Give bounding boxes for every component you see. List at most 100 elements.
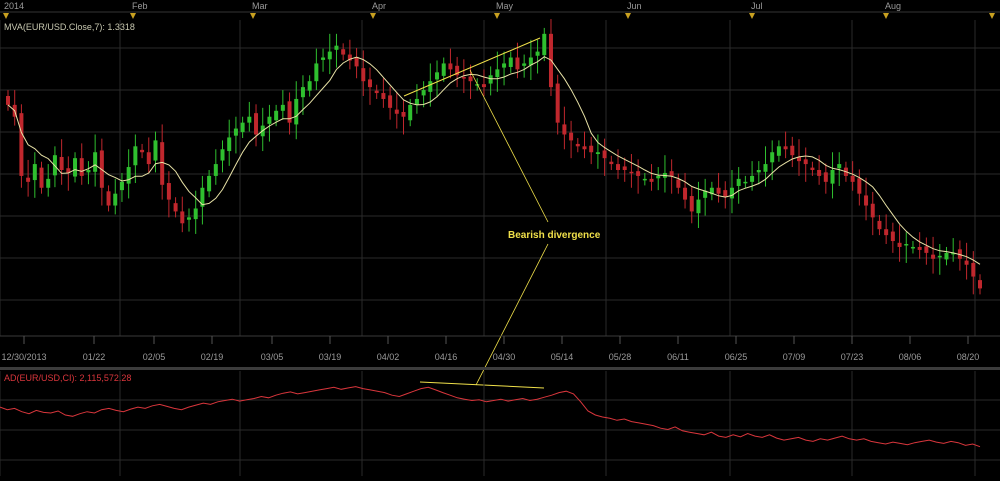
candle-body	[341, 49, 346, 55]
candle-body	[636, 171, 641, 176]
candle-body	[448, 63, 453, 70]
candle-body	[153, 140, 158, 161]
candle-body	[32, 164, 37, 181]
price-grid	[0, 20, 1000, 336]
candle-body	[307, 81, 312, 91]
candle-body	[649, 178, 654, 182]
month-label: 2014	[4, 1, 24, 11]
ad-indicator-label: AD(EUR/USD,CI): 2,115,572.28	[4, 373, 131, 383]
x-tick-label: 04/02	[377, 352, 400, 362]
x-tick-label: 04/30	[493, 352, 516, 362]
x-tick-label: 08/20	[957, 352, 980, 362]
candle-body	[609, 161, 614, 165]
ad-line	[0, 386, 981, 448]
candle-body	[642, 178, 647, 181]
month-label: Feb	[132, 1, 148, 11]
candle-body	[602, 150, 607, 159]
x-tick-label: 07/09	[783, 352, 806, 362]
candle-body	[937, 255, 942, 258]
month-label: Mar	[252, 1, 268, 11]
candle-body	[924, 246, 929, 253]
candle-body	[535, 51, 540, 56]
candle-body	[683, 187, 688, 200]
candle-body	[126, 167, 131, 184]
chart-svg[interactable]: 2014 Feb Mar Apr May Jun Jul Aug MVA(EUR…	[0, 0, 1000, 476]
candle-body	[166, 183, 171, 200]
candle-body	[294, 98, 299, 125]
candle-body	[629, 171, 634, 174]
candle-body	[428, 81, 433, 92]
month-label: May	[496, 1, 514, 11]
x-tick-label: 03/19	[319, 352, 342, 362]
candle-body	[595, 152, 600, 155]
candle-body	[247, 116, 252, 123]
candle-body	[133, 146, 138, 166]
candles	[6, 19, 982, 295]
month-marker-icon	[250, 13, 256, 19]
candle-body	[207, 175, 212, 192]
callout-line-upper	[469, 69, 549, 223]
candle-body	[435, 72, 440, 80]
candle-body	[488, 75, 493, 84]
candle-body	[401, 111, 406, 117]
x-tick-label: 05/14	[551, 352, 574, 362]
candle-body	[481, 84, 486, 88]
x-axis: 12/30/2013 01/22 02/05 02/19 03/05 03/19 04/02…	[0, 335, 1000, 362]
candle-body	[616, 164, 621, 170]
ad-grid	[0, 371, 1000, 476]
candle-body	[676, 179, 681, 188]
candle-body	[917, 246, 922, 250]
candle-body	[160, 142, 165, 185]
candle-body	[321, 57, 326, 60]
candle-body	[756, 170, 761, 173]
candle-body	[689, 196, 694, 212]
candle-body	[910, 246, 915, 249]
candle-body	[361, 68, 366, 82]
candle-body	[240, 122, 245, 133]
candle-body	[897, 242, 902, 247]
candle-body	[374, 90, 379, 94]
x-tick-label: 01/22	[83, 352, 106, 362]
month-label: Jul	[751, 1, 763, 11]
candle-body	[736, 178, 741, 186]
x-tick-label: 08/06	[899, 352, 922, 362]
candle-body	[743, 181, 748, 184]
candle-body	[562, 124, 567, 135]
panel-separator[interactable]	[0, 367, 1000, 370]
month-marker-icon	[883, 13, 889, 19]
candle-body	[495, 69, 500, 78]
candle-body	[817, 170, 822, 176]
candle-body	[367, 79, 372, 88]
candle-body	[106, 191, 111, 206]
candle-body	[227, 137, 232, 152]
x-tick-label: 02/19	[201, 352, 224, 362]
candle-body	[280, 104, 285, 111]
candle-body	[59, 156, 64, 170]
candle-body	[421, 90, 426, 96]
candle-body	[978, 280, 982, 289]
month-marker-icon	[3, 13, 9, 19]
candle-body	[327, 51, 332, 60]
price-trendline	[403, 37, 541, 97]
candle-body	[140, 149, 145, 153]
candle-body	[763, 164, 768, 172]
mva-indicator-label: MVA(EUR/USD.Close,7): 1.3318	[4, 22, 135, 32]
candle-body	[180, 211, 185, 224]
month-marker-icon	[749, 13, 755, 19]
candle-body	[555, 83, 560, 123]
candle-body	[803, 159, 808, 165]
candle-body	[394, 109, 399, 114]
candle-body	[468, 76, 473, 82]
candle-body	[964, 260, 969, 265]
candle-body	[884, 229, 889, 236]
x-tick-label: 06/25	[725, 352, 748, 362]
candle-body	[300, 87, 305, 98]
candle-body	[582, 146, 587, 150]
candle-body	[622, 166, 627, 170]
candle-body	[93, 152, 98, 172]
x-tick-label: 04/16	[435, 352, 458, 362]
month-marker-icon	[625, 13, 631, 19]
candle-body	[26, 177, 31, 182]
candle-body	[716, 187, 721, 194]
candle-body	[86, 170, 91, 173]
